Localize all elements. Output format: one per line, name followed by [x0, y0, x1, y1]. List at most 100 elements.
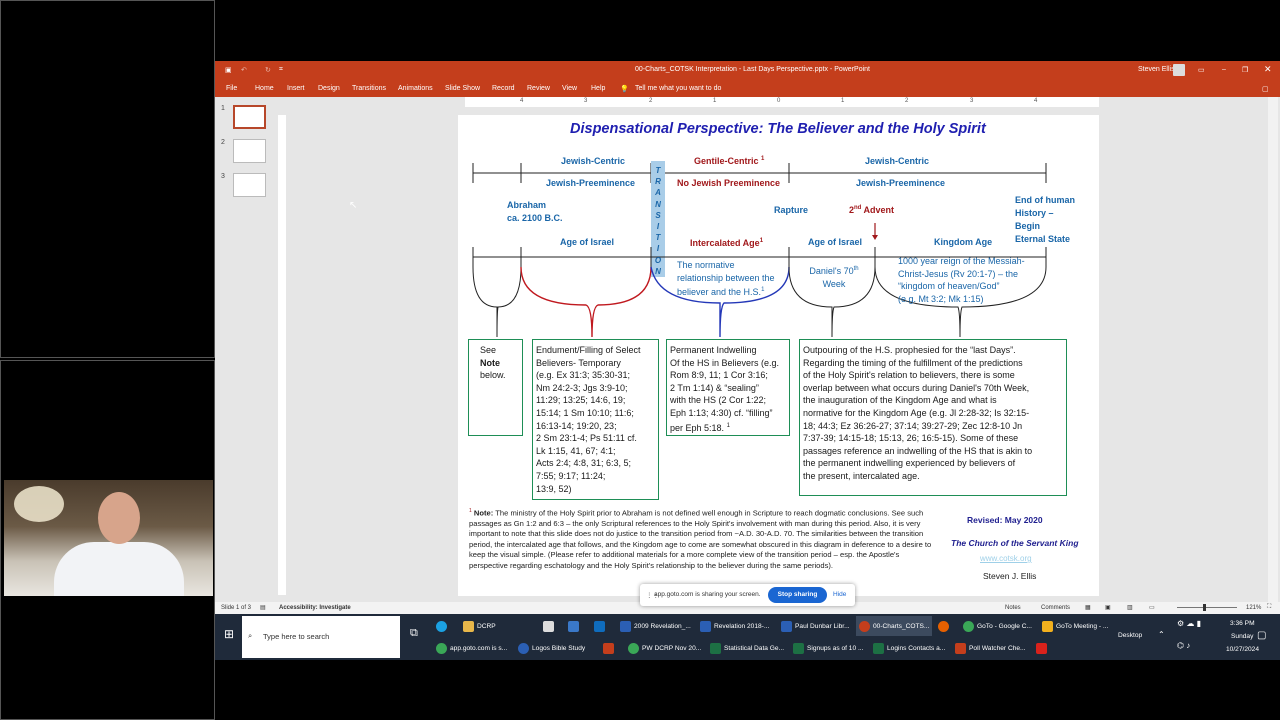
tell-me-search[interactable]: Tell me what you want to do [635, 85, 721, 92]
taskbar-app-goto[interactable]: app.goto.com is s... [433, 638, 510, 658]
clock-time[interactable]: 3:36 PM [1230, 620, 1255, 627]
tab-record[interactable]: Record [492, 85, 515, 92]
restore-icon[interactable]: ❐ [1242, 66, 1248, 74]
taskbar-edge[interactable] [433, 616, 450, 636]
normal-view-icon[interactable]: ▦ [1085, 604, 1091, 611]
taskbar-poll-watcher[interactable]: Poll Watcher Che... [952, 638, 1029, 658]
minimize-icon[interactable]: – [1222, 66, 1226, 73]
clock-date: 10/27/2024 [1226, 646, 1260, 653]
tray-chevron-icon[interactable]: ⌃ [1158, 630, 1165, 639]
tab-home[interactable]: Home [255, 85, 274, 92]
tray-icons[interactable]: ⚙ ☁ ▮ [1177, 619, 1201, 628]
tab-help[interactable]: Help [591, 85, 605, 92]
customize-icon[interactable]: ⌗ [279, 66, 283, 74]
label-kingdom-age: Kingdom Age [934, 237, 993, 247]
title-bar: ▣ ↶ ↻ ⌗ 00-Charts_COTSK Interpretation -… [215, 61, 1280, 81]
revised-date: Revised: May 2020 [967, 515, 1043, 525]
vertical-scrollbar[interactable] [1268, 97, 1278, 602]
label-jewish-centric-1: Jewish-Centric [561, 156, 626, 166]
vertical-ruler [278, 115, 286, 595]
task-view-icon[interactable]: ⧉ [410, 627, 418, 640]
notifications-icon[interactable]: ▢ [1257, 630, 1266, 641]
slide-thumbnail-1[interactable] [233, 105, 266, 129]
label-age-of-israel-2: Age of Israel [808, 237, 863, 247]
label-gentile-centric: Gentile-Centric 1 [694, 156, 765, 166]
tab-review[interactable]: Review [527, 85, 550, 92]
mouse-cursor-icon: ↖ [349, 200, 358, 211]
slide-sorter-icon[interactable]: ▣ [1105, 604, 1111, 611]
taskbar-pw-dcrp[interactable]: PW DCRP Nov 20... [625, 638, 704, 658]
taskbar-store-icon[interactable] [540, 616, 557, 636]
taskbar-logos[interactable]: Logos Bible Study [515, 638, 588, 658]
transition-label: TRANSITION [654, 166, 662, 276]
tab-slide-show[interactable]: Slide Show [445, 85, 480, 92]
avatar[interactable] [1173, 64, 1185, 76]
website-link[interactable]: www.cotsk.org [980, 554, 1032, 563]
taskbar-signups[interactable]: Signups as of 10 ... [790, 638, 866, 658]
comments-icon[interactable]: ▢ [1262, 85, 1269, 93]
label-jewish-centric-2: Jewish-Centric [865, 156, 930, 166]
label-end-of-history: End of human History – Begin Eternal State [1015, 195, 1075, 244]
spellcheck-icon[interactable]: ▤ [260, 604, 266, 611]
undo-icon[interactable]: ↶ [241, 66, 247, 74]
accessibility-status[interactable]: Accessibility: Investigate [279, 605, 351, 611]
taskbar-app-icon[interactable] [600, 638, 617, 658]
label-normative: The normative relationship between the bel… [677, 260, 775, 297]
screen-share-banner: ⋮⋮ app.goto.com is sharing your screen. … [640, 584, 855, 606]
tab-animations[interactable]: Animations [398, 85, 433, 92]
label-intercalated-age: Intercalated Age1 [690, 238, 764, 248]
lightbulb-icon: 💡 [620, 86, 629, 93]
stop-sharing-button[interactable]: Stop sharing [768, 587, 827, 603]
taskbar-goto-meeting[interactable]: GoTo Meeting - ... [1039, 616, 1111, 636]
slide-thumbnail-2[interactable] [233, 139, 266, 163]
tab-transitions[interactable]: Transitions [352, 85, 386, 92]
label-jewish-preeminence-1: Jewish-Preeminence [546, 178, 636, 188]
search-box[interactable]: ⌕ Type here to search [242, 616, 400, 658]
tab-view[interactable]: View [562, 85, 577, 92]
reading-view-icon[interactable]: ▥ [1127, 604, 1133, 611]
desktop-toolbar[interactable]: Desktop [1118, 632, 1142, 639]
label-daniels-70th-week: Daniel's 70th Week [809, 266, 859, 289]
taskbar-firefox-icon[interactable] [935, 616, 952, 636]
label-no-jewish-preeminence: No Jewish Preeminence [677, 178, 781, 188]
comments-button[interactable]: Comments [1041, 605, 1070, 611]
fit-slide-icon[interactable]: ⛶ [1267, 604, 1271, 611]
taskbar-logins[interactable]: Logins Contacts a... [870, 638, 948, 658]
taskbar-powerpoint[interactable]: 00-Charts_COTS... [856, 616, 933, 636]
bottom-margin [215, 660, 1280, 720]
tab-insert[interactable]: Insert [287, 85, 305, 92]
taskbar-goto-chrome[interactable]: GoTo - Google C... [960, 616, 1035, 636]
author-name: Steven J. Ellis [983, 571, 1037, 581]
taskbar-acrobat-icon[interactable] [1033, 638, 1050, 658]
ribbon-display-icon[interactable]: ▭ [1198, 66, 1205, 74]
note-ref-box: See Note below. [468, 339, 523, 436]
webcam-video [4, 480, 213, 596]
taskbar-revelation-2018[interactable]: Revelation 2018-... [697, 616, 772, 636]
taskbar-mail-icon[interactable] [565, 616, 582, 636]
taskbar-statistical-data[interactable]: Statistical Data Ge... [707, 638, 787, 658]
hide-button[interactable]: Hide [833, 591, 846, 598]
slideshow-icon[interactable]: ▭ [1149, 604, 1155, 611]
tab-file[interactable]: File [226, 85, 237, 92]
tray-network-volume-icon[interactable]: ⌬ ♪ [1177, 641, 1190, 650]
close-icon[interactable]: ✕ [1264, 64, 1272, 75]
zoom-slider-thumb[interactable] [1203, 604, 1206, 611]
save-icon[interactable]: ▣ [225, 66, 232, 74]
taskbar-dcrp[interactable]: DCRP [460, 616, 499, 636]
tab-design[interactable]: Design [318, 85, 340, 92]
notes-button[interactable]: Notes [1005, 605, 1021, 611]
label-abraham-date: ca. 2100 B.C. [507, 213, 563, 223]
window-title: 00-Charts_COTSK Interpretation - Last Da… [635, 66, 870, 73]
church-name: The Church of the Servant King [951, 538, 1079, 548]
slide-canvas[interactable]: Dispensational Perspective: The Believer… [458, 115, 1099, 596]
taskbar-paul-dunbar[interactable]: Paul Dunbar Libr... [778, 616, 853, 636]
zoom-level[interactable]: 121% [1246, 605, 1261, 611]
windows-start-icon[interactable]: ⊞ [224, 627, 234, 641]
label-second-advent: 2nd Advent [849, 205, 895, 215]
taskbar-revelation-2009[interactable]: 2009 Revelation_... [617, 616, 694, 636]
taskbar-outlook-icon[interactable] [591, 616, 608, 636]
redo-icon[interactable]: ↻ [265, 66, 271, 74]
slide-thumbnail-3[interactable] [233, 173, 266, 197]
label-millennium: 1000 year reign of the Messiah- Christ-Je… [898, 256, 1025, 304]
zoom-slider[interactable] [1177, 607, 1237, 608]
